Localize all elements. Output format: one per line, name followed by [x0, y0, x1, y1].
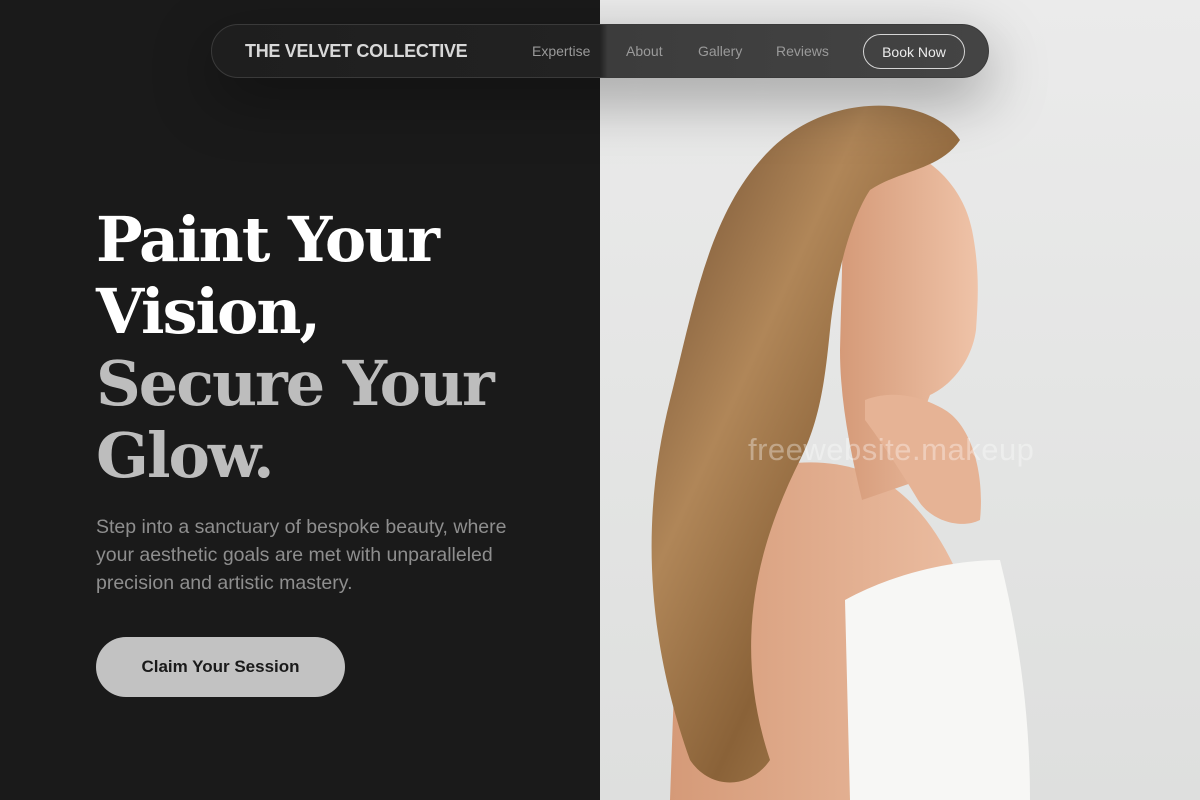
nav-link-gallery[interactable]: Gallery — [698, 43, 742, 59]
brand-logo-text[interactable]: THE VELVET COLLECTIVE — [245, 41, 468, 62]
hero-title: Paint Your Vision, Secure Your Glow. — [96, 204, 576, 492]
book-now-button[interactable]: Book Now — [863, 34, 965, 69]
hero-title-line-2: Vision, — [96, 275, 321, 348]
nav-link-about[interactable]: About — [626, 43, 663, 59]
watermark-text: freewebsite.makeup — [748, 432, 1035, 467]
hero-title-line-4: Glow. — [96, 419, 275, 492]
hero-subtitle: Step into a sanctuary of bespoke beauty,… — [96, 516, 507, 594]
woman-profile-photo — [651, 105, 1030, 800]
nav-link-expertise[interactable]: Expertise — [532, 43, 590, 59]
claim-session-button[interactable]: Claim Your Session — [96, 637, 345, 697]
hero-title-line-3: Secure Your — [96, 347, 495, 420]
nav-link-reviews[interactable]: Reviews — [776, 43, 829, 59]
hero-image-panel: freewebsite.makeup — [600, 0, 1200, 800]
hero-title-line-1: Paint Your — [96, 203, 440, 276]
top-navigation: THE VELVET COLLECTIVE Expertise About Ga… — [211, 24, 989, 78]
